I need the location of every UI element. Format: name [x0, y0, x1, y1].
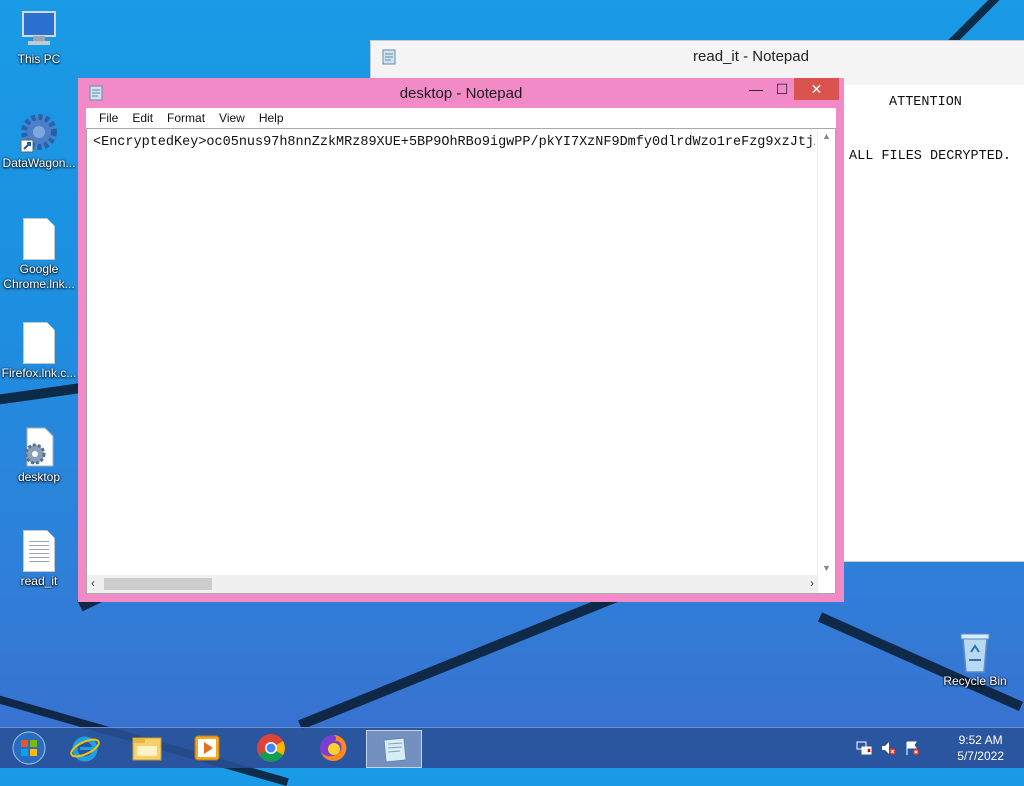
desktop-icon-read-it[interactable]: read_it	[0, 530, 78, 589]
desktop-notepad-window[interactable]: desktop - Notepad — ☐ ✕ File Edit Format…	[78, 78, 844, 602]
taskbar-notepad[interactable]	[366, 730, 422, 768]
close-button[interactable]: ✕	[794, 78, 839, 100]
action-center-flag-icon[interactable]	[904, 740, 920, 756]
text-line-attention: ATTENTION	[889, 95, 962, 110]
system-tray: 9:52 AM 5/7/2022	[854, 728, 1024, 768]
document-icon	[19, 218, 59, 260]
window-title: read_it - Notepad	[693, 48, 809, 65]
text-editor[interactable]: <EncryptedKey>oc05nus97h8nnZzkMRz89XUE+5…	[86, 128, 836, 594]
chrome-icon	[257, 734, 285, 762]
clock-date: 5/7/2022	[957, 749, 1004, 763]
internet-explorer-icon	[70, 736, 100, 762]
desktop-icon-chrome-lnk[interactable]: Google Chrome.lnk...	[0, 218, 78, 292]
media-player-icon	[194, 735, 220, 761]
taskbar-media-player[interactable]	[180, 730, 234, 766]
title-bar[interactable]: read_it - Notepad	[371, 41, 1024, 73]
vertical-scrollbar[interactable]: ▲ ▼	[817, 129, 835, 575]
scroll-right-icon[interactable]: ›	[810, 576, 814, 590]
horizontal-scrollbar[interactable]: ‹ ›	[87, 575, 818, 593]
menu-help[interactable]: Help	[252, 111, 291, 125]
desktop-icon-datawagon[interactable]: DataWagon...	[0, 112, 78, 171]
editor-content[interactable]: <EncryptedKey>oc05nus97h8nnZzkMRz89XUE+5…	[93, 135, 815, 150]
desktop-icon-this-pc[interactable]: This PC	[0, 8, 78, 67]
clock-time: 9:52 AM	[958, 733, 1003, 747]
gear-shortcut-icon	[19, 112, 59, 154]
taskbar: 9:52 AM 5/7/2022	[0, 727, 1024, 768]
maximize-button[interactable]: ☐	[770, 78, 794, 100]
desktop-icon-recycle-bin[interactable]: Recycle Bin	[936, 630, 1014, 689]
recycle-bin-icon	[955, 630, 995, 673]
start-button[interactable]	[2, 730, 56, 766]
menu-bar: File Edit Format View Help	[86, 108, 836, 128]
title-bar[interactable]: desktop - Notepad — ☐ ✕	[78, 78, 844, 108]
speaker-muted-icon[interactable]	[880, 740, 896, 756]
desktop-icon-firefox-lnk[interactable]: Firefox.lnk.c...	[0, 322, 78, 381]
scrollbar-thumb[interactable]	[104, 578, 212, 590]
notepad-icon	[383, 737, 407, 763]
scroll-left-icon[interactable]: ‹	[91, 576, 95, 590]
taskbar-internet-explorer[interactable]	[58, 730, 112, 766]
text-file-icon	[19, 530, 59, 572]
clock[interactable]: 9:52 AM 5/7/2022	[957, 732, 1004, 764]
folder-icon	[132, 737, 162, 761]
document-icon	[19, 322, 59, 364]
window-client: File Edit Format View Help <EncryptedKey…	[86, 108, 836, 594]
minimize-button[interactable]: —	[744, 78, 768, 100]
text-line-files-decrypted: ALL FILES DECRYPTED.	[849, 149, 1012, 164]
scroll-up-icon[interactable]: ▲	[822, 131, 831, 141]
settings-file-icon	[19, 426, 59, 468]
menu-edit[interactable]: Edit	[125, 111, 160, 125]
window-title: desktop - Notepad	[399, 85, 523, 102]
network-icon[interactable]	[856, 740, 872, 756]
taskbar-firefox[interactable]	[306, 730, 360, 766]
taskbar-file-explorer[interactable]	[120, 730, 174, 766]
desktop-icon-desktop[interactable]: desktop	[0, 426, 78, 485]
firefox-icon	[320, 734, 347, 761]
menu-format[interactable]: Format	[160, 111, 212, 125]
menu-file[interactable]: File	[92, 111, 125, 125]
taskbar-chrome[interactable]	[244, 730, 298, 766]
windows-logo-icon	[12, 731, 46, 765]
scroll-down-icon[interactable]: ▼	[822, 563, 831, 573]
menu-view[interactable]: View	[212, 111, 252, 125]
computer-icon	[19, 8, 59, 50]
